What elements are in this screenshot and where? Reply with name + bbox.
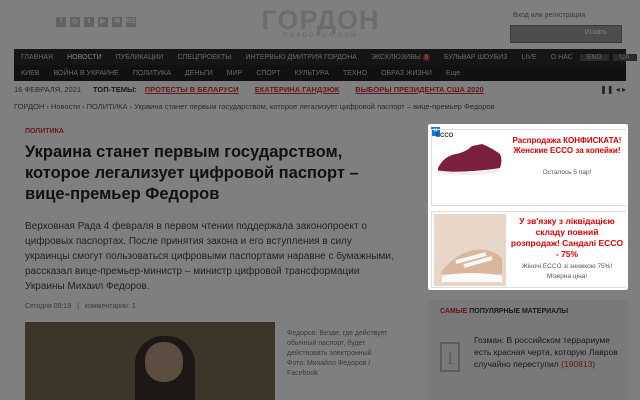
popular-title-rest: ПОПУЛЯРНЫЕ МАТЕРИАЛЫ	[467, 308, 569, 315]
article-lead: Верховная Рада 4 февраля в первом чтении…	[25, 221, 394, 292]
popular-rank: 1	[440, 342, 460, 372]
current-date: 16 ФЕВРАЛЯ, 2021	[14, 84, 81, 94]
topic-link[interactable]: ПРОТЕСТЫ В БЕЛАРУСИ	[145, 85, 239, 94]
article-time: Сегодня 09:19	[25, 303, 72, 310]
cat-culture[interactable]: КУЛЬТУРА	[287, 70, 335, 77]
photo-face	[145, 342, 183, 382]
topic-link[interactable]: ВЫБОРЫ ПРЕЗИДЕНТА США 2020	[355, 85, 483, 94]
topics-label: ТОП-ТЕМЫ:	[93, 84, 137, 94]
nav-item-specprojects[interactable]: СПЕЦПРОЕКТЫ	[170, 54, 238, 61]
nav-item-live[interactable]: LIVE	[515, 54, 544, 61]
rss-icon[interactable]: RSS	[126, 17, 140, 27]
twitter-icon[interactable]: t	[84, 17, 94, 27]
popular-title-red: САМЫЕ	[440, 308, 468, 315]
youtube-icon[interactable]: ▶	[98, 17, 108, 27]
lang-ua[interactable]: UA	[612, 53, 637, 61]
lang-eng[interactable]: ENG	[579, 53, 609, 61]
instagram-icon[interactable]: ◎	[70, 17, 80, 27]
popular-title: САМЫЕ ПОПУЛЯРНЫЕ МАТЕРИАЛЫ	[440, 308, 568, 315]
cat-war[interactable]: ВОЙНА В УКРАИНЕ	[46, 70, 125, 77]
site-header: f ◎ t ▶ ✉ RSS ГОРДОН GORDONUA.COM Вход и…	[0, 0, 640, 48]
telegram-icon[interactable]: ✉	[112, 17, 122, 27]
exclusives-badge: 6	[422, 53, 430, 61]
photo-caption: Федоров: Везде, где действует обычный па…	[287, 329, 397, 379]
nav-item-label: ЭКСКЛЮЗИВЫ	[370, 53, 421, 61]
article-title: Украина станет первым государством, кото…	[25, 143, 359, 203]
article-section[interactable]: ПОЛИТИКА	[25, 128, 64, 135]
ad-highlight-frame	[428, 124, 628, 290]
comments-count[interactable]: 1	[132, 303, 136, 310]
nav-item-showbiz[interactable]: БУЛЬВАР ШОУБИЗ	[437, 54, 515, 61]
cat-more[interactable]: Еще	[439, 70, 467, 77]
cat-money[interactable]: ДЕНЬГИ	[178, 70, 220, 77]
article-meta: Сегодня 09:19 | комментарии: 1	[25, 303, 136, 310]
popular-materials: САМЫЕ ПОПУЛЯРНЫЕ МАТЕРИАЛЫ 1 Гозман: В р…	[428, 300, 628, 400]
search-button[interactable]: Искать	[585, 29, 607, 36]
popular-item-text: Гозман: В российском террариуме есть кра…	[474, 335, 618, 369]
main-nav: ГЛАВНАЯ НОВОСТИ ПУБЛИКАЦИИ СПЕЦПРОЕКТЫ И…	[14, 49, 637, 65]
facebook-icon[interactable]: f	[56, 17, 66, 27]
logo-text: ГОРДОН	[261, 5, 380, 35]
cat-world[interactable]: МИР	[220, 70, 250, 77]
breadcrumb[interactable]: ГОРДОН › Новости › ПОЛИТИКА › Украина ст…	[14, 102, 495, 111]
category-nav: КИЕВ ВОЙНА В УКРАИНЕ ПОЛИТИКА ДЕНЬГИ МИР…	[14, 65, 626, 81]
popular-item-count: (190813)	[561, 359, 596, 369]
photo-credit: Фото: Михайло Федоров / Facebook	[287, 360, 371, 377]
cat-politics[interactable]: ПОЛИТИКА	[126, 70, 178, 77]
nav-item-exclusives[interactable]: ЭКСКЛЮЗИВЫ 6	[364, 53, 437, 61]
caption-text: Федоров: Везде, где действует обычный па…	[287, 330, 388, 357]
login-link[interactable]: Вход или регистрация	[513, 12, 585, 19]
nav-item-news[interactable]: НОВОСТИ	[60, 54, 109, 61]
cat-lifestyle[interactable]: ОБРАЗ ЖИЗНИ	[374, 70, 439, 77]
search-input[interactable]: Искать	[510, 25, 622, 43]
nav-item-publications[interactable]: ПУБЛИКАЦИИ	[109, 54, 171, 61]
cat-techno[interactable]: ТЕХНО	[336, 70, 374, 77]
cat-sport[interactable]: СПОРТ	[249, 70, 287, 77]
nav-right: О НАС ENG UA	[544, 53, 640, 61]
popular-item[interactable]: Гозман: В российском террариуме есть кра…	[474, 334, 624, 370]
top-topics-bar: 16 ФЕВРАЛЯ, 2021 ТОП-ТЕМЫ: ПРОТЕСТЫ В БЕ…	[14, 82, 626, 96]
comments-label[interactable]: комментарии:	[85, 303, 130, 310]
nav-item-interviews[interactable]: ИНТЕРВЬЮ ДМИТРИЯ ГОРДОНА	[238, 54, 364, 61]
topics-controls[interactable]: ❚❚ ◂ ▸	[600, 85, 626, 94]
nav-item-home[interactable]: ГЛАВНАЯ	[14, 54, 60, 61]
site-logo[interactable]: ГОРДОН GORDONUA.COM	[253, 5, 388, 39]
social-links: f ◎ t ▶ ✉ RSS	[56, 17, 140, 27]
topic-link[interactable]: ЕКАТЕРИНА ГАНДЗЮК	[255, 85, 340, 94]
nav-item-about[interactable]: О НАС	[544, 54, 580, 61]
cat-kiev[interactable]: КИЕВ	[14, 70, 46, 77]
article-photo	[25, 322, 275, 400]
